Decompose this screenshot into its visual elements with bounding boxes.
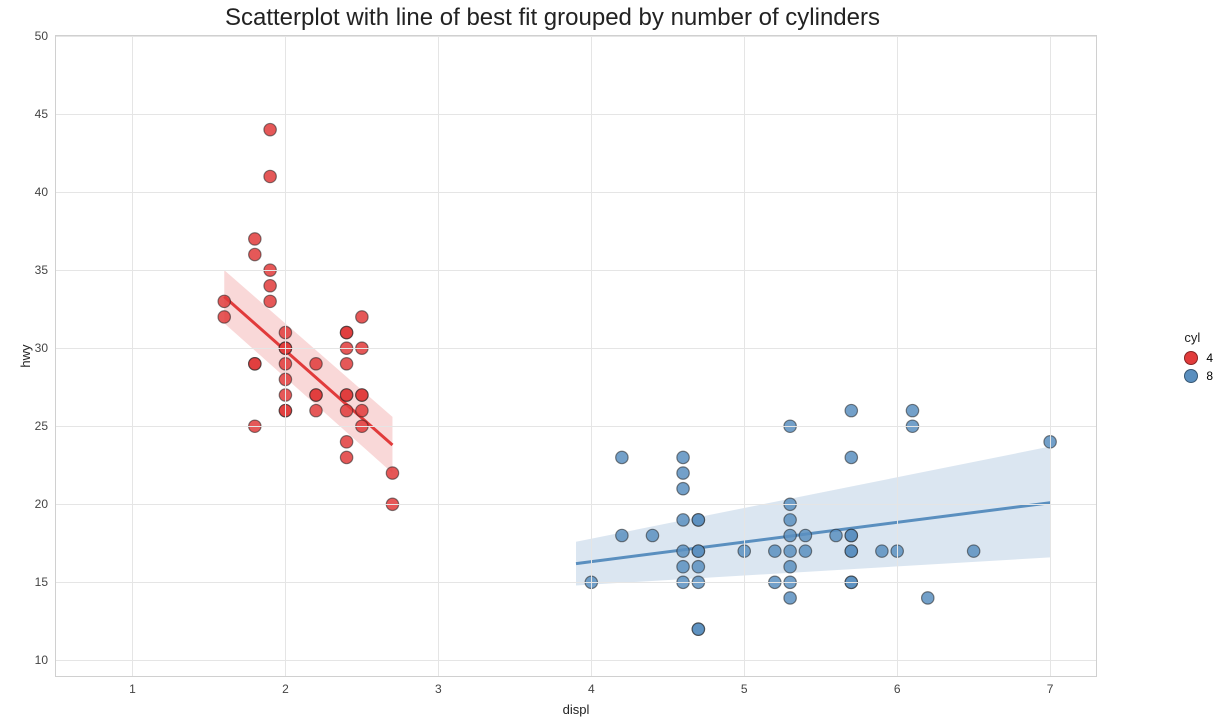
x-tick-label: 3: [435, 682, 442, 696]
data-point: [845, 404, 857, 416]
data-point: [310, 358, 322, 370]
chart-svg: [56, 36, 1096, 676]
x-tick-label: 7: [1047, 682, 1054, 696]
data-point: [340, 451, 352, 463]
y-axis-label: hwy: [18, 344, 33, 367]
data-point: [386, 467, 398, 479]
data-point: [264, 280, 276, 292]
x-tick-label: 2: [282, 682, 289, 696]
data-point: [784, 561, 796, 573]
data-point: [845, 545, 857, 557]
data-point: [799, 545, 811, 557]
legend-item: 8: [1184, 369, 1213, 383]
data-point: [677, 514, 689, 526]
data-point: [784, 545, 796, 557]
plot-area: hwy displ 1015202530354045501234567: [55, 35, 1097, 677]
data-point: [310, 389, 322, 401]
data-point: [830, 529, 842, 541]
data-point: [876, 545, 888, 557]
data-point: [340, 358, 352, 370]
data-point: [906, 404, 918, 416]
data-point: [356, 311, 368, 323]
legend-label: 4: [1206, 351, 1213, 365]
data-point: [784, 514, 796, 526]
data-point: [922, 592, 934, 604]
data-point: [677, 467, 689, 479]
confidence-band: [576, 447, 1050, 586]
data-point: [692, 545, 704, 557]
y-tick-label: 45: [35, 107, 48, 121]
legend-title: cyl: [1184, 330, 1213, 345]
y-tick-label: 50: [35, 29, 48, 43]
data-point: [249, 358, 261, 370]
y-tick-label: 10: [35, 653, 48, 667]
data-point: [616, 529, 628, 541]
x-tick-label: 4: [588, 682, 595, 696]
data-point: [249, 248, 261, 260]
data-point: [356, 404, 368, 416]
chart-title: Scatterplot with line of best fit groupe…: [0, 4, 1105, 32]
legend-swatch: [1184, 351, 1198, 365]
x-axis-label: displ: [563, 702, 590, 717]
data-point: [249, 233, 261, 245]
data-point: [692, 623, 704, 635]
data-point: [310, 404, 322, 416]
y-tick-label: 20: [35, 497, 48, 511]
data-point: [677, 545, 689, 557]
chart-container: Scatterplot with line of best fit groupe…: [0, 0, 1225, 720]
legend-label: 8: [1206, 369, 1213, 383]
y-tick-label: 35: [35, 263, 48, 277]
x-tick-label: 5: [741, 682, 748, 696]
data-point: [340, 404, 352, 416]
legend-item: 4: [1184, 351, 1213, 365]
data-point: [264, 123, 276, 135]
data-point: [692, 561, 704, 573]
y-tick-label: 40: [35, 185, 48, 199]
data-point: [784, 592, 796, 604]
data-point: [218, 311, 230, 323]
data-point: [784, 529, 796, 541]
data-point: [799, 529, 811, 541]
data-point: [218, 295, 230, 307]
data-point: [769, 545, 781, 557]
data-point: [340, 436, 352, 448]
data-point: [356, 389, 368, 401]
data-point: [845, 529, 857, 541]
y-tick-label: 30: [35, 341, 48, 355]
data-point: [967, 545, 979, 557]
data-point: [340, 326, 352, 338]
legend: cyl 4 8: [1184, 330, 1213, 387]
x-tick-label: 6: [894, 682, 901, 696]
data-point: [616, 451, 628, 463]
data-point: [677, 561, 689, 573]
data-point: [264, 295, 276, 307]
data-point: [692, 514, 704, 526]
data-point: [340, 389, 352, 401]
y-tick-label: 25: [35, 419, 48, 433]
legend-swatch: [1184, 369, 1198, 383]
data-point: [646, 529, 658, 541]
data-point: [677, 451, 689, 463]
data-point: [264, 170, 276, 182]
y-tick-label: 15: [35, 575, 48, 589]
data-point: [677, 482, 689, 494]
data-point: [845, 451, 857, 463]
x-tick-label: 1: [129, 682, 136, 696]
